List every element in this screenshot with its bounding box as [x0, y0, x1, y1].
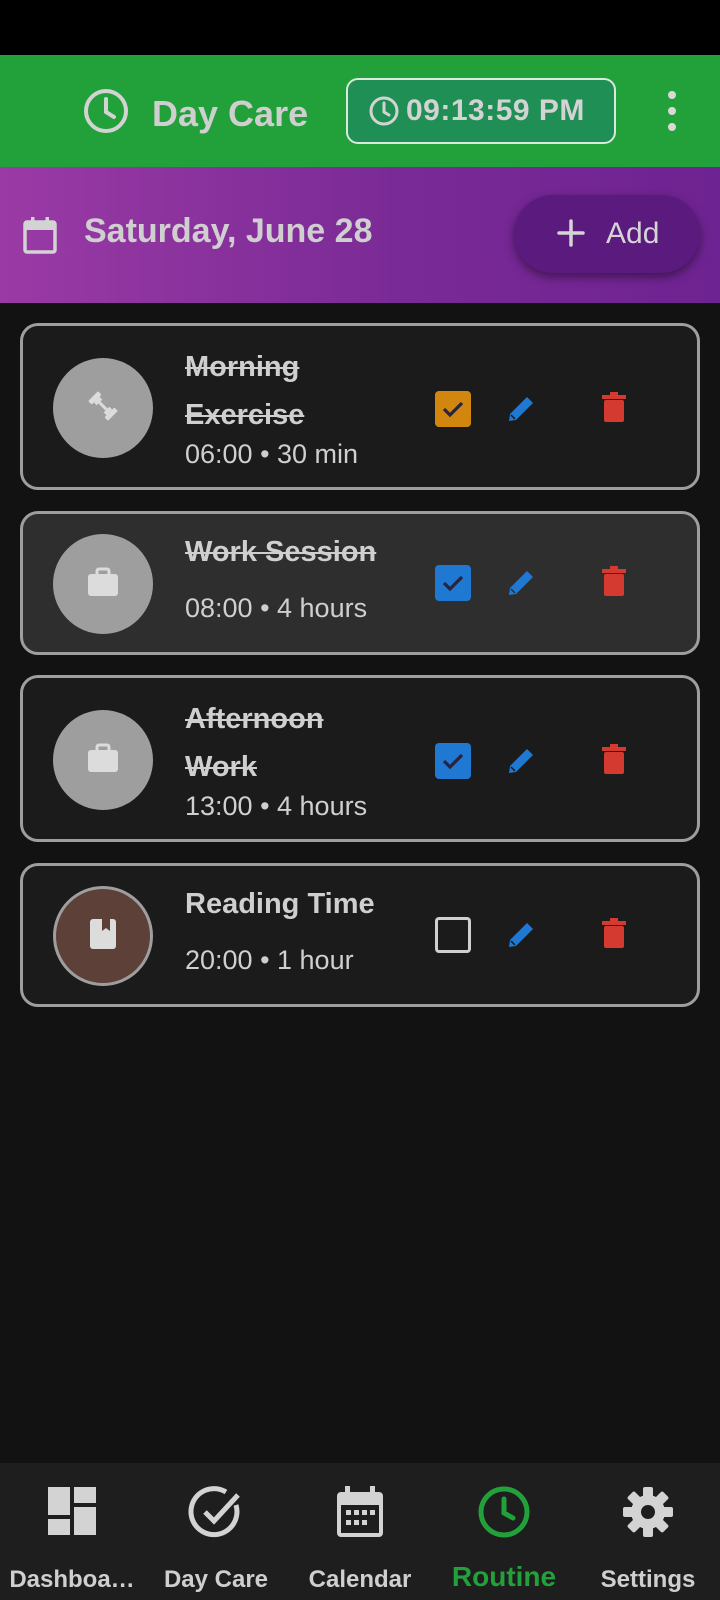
routine-title: Afternoon Work: [185, 703, 324, 783]
routine-meta: 06:00 • 30 min: [185, 439, 359, 469]
routine-card-afternoon-work[interactable]: Afternoon Work 13:00 • 4 hours: [20, 675, 700, 842]
routine-meta: 13:00 • 4 hours: [185, 791, 368, 821]
app-bar: Day Care 09:13:59 PM: [0, 55, 720, 167]
calendar-icon: [335, 1485, 385, 1544]
current-date: Saturday, June 28: [84, 212, 373, 250]
bottom-navigation: Dashboa… Day Care Calendar Routine Setti…: [0, 1463, 720, 1600]
app-title-group: Day Care: [82, 87, 308, 140]
routine-meta: 08:00 • 4 hours: [185, 593, 368, 623]
edit-icon[interactable]: [503, 917, 539, 953]
clock-icon: [477, 1485, 531, 1544]
plus-icon: [554, 216, 588, 255]
completed-checkbox[interactable]: [435, 917, 471, 953]
delete-icon[interactable]: [598, 916, 630, 952]
routine-avatar: [53, 358, 153, 458]
nav-label: Day Care: [163, 1566, 269, 1593]
edit-icon[interactable]: [503, 391, 539, 427]
nav-label: Calendar: [308, 1566, 412, 1593]
app-title: Day Care: [152, 92, 309, 134]
add-routine-button[interactable]: Add: [514, 195, 700, 273]
routine-avatar: [53, 886, 153, 986]
routine-card-reading-time[interactable]: Reading Time 20:00 • 1 hour: [20, 863, 700, 1007]
add-button-label: Add: [606, 217, 660, 250]
status-bar: [0, 0, 720, 55]
routine-title: Work Session: [185, 536, 377, 568]
calendar-icon: [22, 215, 58, 260]
gear-icon: [621, 1485, 675, 1544]
nav-label: Dashboa…: [9, 1566, 135, 1593]
nav-item-settings[interactable]: Settings: [576, 1463, 720, 1600]
nav-label: Settings: [600, 1566, 696, 1593]
dumbbell-icon: [85, 388, 121, 429]
delete-icon[interactable]: [598, 742, 630, 778]
routine-avatar: [53, 534, 153, 634]
completed-checkbox[interactable]: [435, 391, 471, 427]
date-bar: Saturday, June 28 Add: [0, 167, 720, 303]
nav-item-day-care[interactable]: Day Care: [144, 1463, 288, 1600]
clock-chip: 09:13:59 PM: [346, 78, 616, 144]
edit-icon[interactable]: [503, 743, 539, 779]
briefcase-icon: [85, 566, 121, 603]
delete-icon[interactable]: [598, 564, 630, 600]
clock-time: 09:13:59 PM: [406, 94, 585, 127]
clock-small-icon: [368, 95, 400, 127]
dashboard-icon: [46, 1485, 98, 1542]
routine-card-work-session[interactable]: Work Session 08:00 • 4 hours: [20, 511, 700, 655]
completed-checkbox[interactable]: [435, 565, 471, 601]
edit-icon[interactable]: [503, 565, 539, 601]
nav-label: Routine: [451, 1561, 557, 1592]
routine-avatar: [53, 710, 153, 810]
check-circle-icon: [188, 1485, 244, 1546]
routine-title: Morning Exercise: [185, 351, 305, 431]
clock-icon: [82, 87, 130, 140]
nav-item-dashboard[interactable]: Dashboa…: [0, 1463, 144, 1600]
more-vert-icon[interactable]: [660, 91, 684, 131]
briefcase-icon: [85, 742, 121, 779]
routine-title: Reading Time: [185, 888, 375, 920]
delete-icon[interactable]: [598, 390, 630, 426]
routine-meta: 20:00 • 1 hour: [185, 945, 354, 975]
completed-checkbox[interactable]: [435, 743, 471, 779]
nav-item-routine[interactable]: Routine: [432, 1463, 576, 1600]
book-icon: [88, 917, 118, 956]
nav-item-calendar[interactable]: Calendar: [288, 1463, 432, 1600]
routine-card-morning-exercise[interactable]: Morning Exercise 06:00 • 30 min: [20, 323, 700, 490]
